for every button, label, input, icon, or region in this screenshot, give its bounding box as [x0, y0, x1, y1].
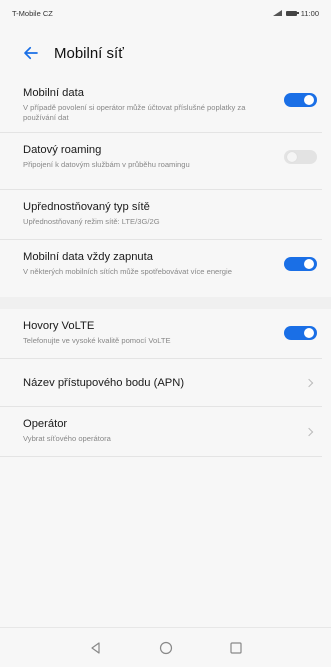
item-subtitle: Upřednostňovaný režim sítě: LTE/3G/2G [23, 217, 160, 226]
data-roaming-toggle[interactable] [284, 150, 317, 164]
always-on-data-toggle[interactable] [284, 257, 317, 271]
recents-square-icon[interactable] [229, 641, 243, 655]
home-circle-icon[interactable] [159, 641, 173, 655]
item-subtitle: Vybrat síťového operátora [23, 434, 111, 443]
operator-item[interactable]: Operátor Vybrat síťového operátora [0, 407, 322, 457]
volte-toggle[interactable] [284, 326, 317, 340]
apn-item[interactable]: Název přístupového bodu (APN) [0, 359, 322, 407]
network-type-item[interactable]: Upřednostňovaný typ sítě Upřednostňovaný… [0, 190, 322, 240]
mobile-data-toggle[interactable] [284, 93, 317, 107]
item-subtitle: V případě povolení si operátor může účto… [23, 103, 246, 122]
item-title: Mobilní data vždy zapnuta [23, 251, 153, 263]
item-title: Datový roaming [23, 144, 102, 156]
item-title: Upřednostňovaný typ sítě [23, 201, 150, 213]
always-on-data-item[interactable]: Mobilní data vždy zapnuta V některých mo… [0, 240, 322, 297]
signal-icon [272, 10, 282, 16]
toggle-knob [287, 152, 297, 162]
chevron-right-icon [304, 427, 314, 436]
settings-list: Mobilní data V případě povolení si operá… [0, 76, 331, 457]
toggle-knob [304, 259, 314, 269]
item-title: Operátor [23, 418, 68, 430]
clock: 11:00 [300, 8, 319, 18]
volte-item[interactable]: Hovory VoLTE Telefonujte ve vysoké kvali… [0, 309, 322, 359]
item-subtitle: Telefonujte ve vysoké kvalitě pomocí VoL… [23, 336, 171, 345]
status-icons: 11:00 [272, 8, 319, 18]
chevron-right-icon [304, 378, 314, 387]
battery-icon [285, 10, 299, 16]
item-subtitle: V některých mobilních sítích může spotře… [23, 267, 232, 276]
title-bar: Mobilní síť [0, 38, 331, 68]
back-arrow-icon[interactable] [22, 44, 40, 62]
status-bar: T-Mobile CZ 11:00 [0, 0, 331, 26]
section-divider [0, 297, 331, 309]
toggle-knob [304, 95, 314, 105]
toggle-knob [304, 328, 314, 338]
item-subtitle: Připojení k datovým službám v průběhu ro… [23, 160, 190, 169]
item-title: Název přístupového bodu (APN) [23, 376, 185, 389]
page-title: Mobilní síť [54, 44, 124, 62]
item-title: Mobilní data [23, 87, 84, 99]
data-roaming-item[interactable]: Datový roaming Připojení k datovým služb… [0, 133, 322, 190]
back-triangle-icon[interactable] [89, 641, 103, 655]
mobile-data-item[interactable]: Mobilní data V případě povolení si operá… [0, 76, 322, 133]
navigation-bar [0, 627, 331, 667]
item-title: Hovory VoLTE [23, 320, 95, 332]
carrier-name: T-Mobile CZ [12, 8, 53, 18]
